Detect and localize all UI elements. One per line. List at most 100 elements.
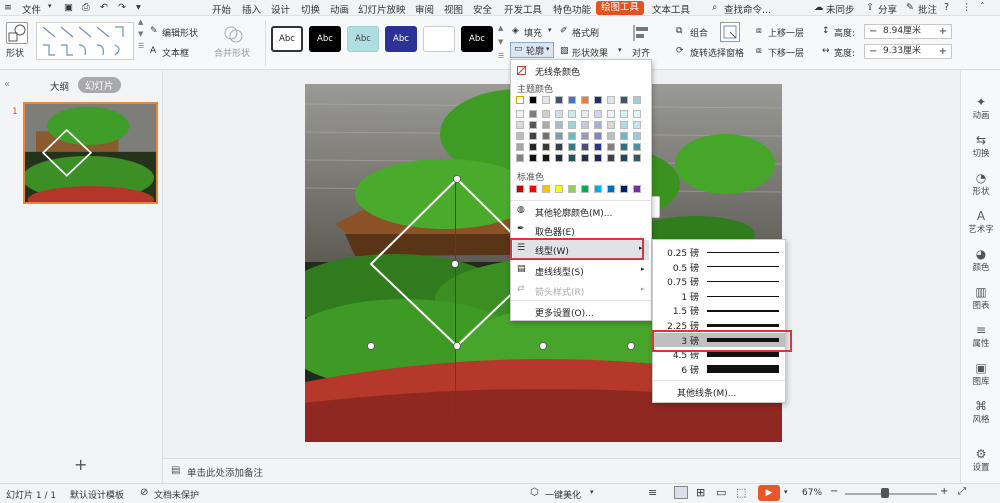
- theme-color-swatch[interactable]: [581, 121, 589, 129]
- theme-color-swatch[interactable]: [633, 132, 641, 140]
- reading-view-icon[interactable]: ▭: [716, 486, 726, 499]
- format-painter-button[interactable]: 格式刷: [572, 26, 599, 39]
- tab-slideshow[interactable]: 幻灯片放映: [358, 2, 406, 16]
- selection-pane-button[interactable]: 选择窗格: [708, 46, 744, 59]
- zoom-slider[interactable]: [845, 493, 937, 495]
- theme-color-swatch[interactable]: [516, 132, 524, 140]
- theme-color-swatch[interactable]: [633, 96, 641, 104]
- zoom-in-button[interactable]: +: [940, 486, 948, 497]
- theme-color-swatch[interactable]: [620, 96, 628, 104]
- outline-button[interactable]: ▭ 轮廓 ▾: [510, 42, 554, 58]
- theme-color-swatch[interactable]: [529, 154, 537, 162]
- theme-color-swatch[interactable]: [620, 110, 628, 118]
- theme-color-swatch[interactable]: [581, 132, 589, 140]
- hamburger-icon[interactable]: ≡: [4, 2, 12, 13]
- theme-color-swatch[interactable]: [516, 143, 524, 151]
- dash-type-item[interactable]: 虚线线型(S): [535, 265, 584, 278]
- play-slideshow-icon[interactable]: ▶: [758, 485, 780, 501]
- theme-color-swatch[interactable]: [555, 143, 563, 151]
- theme-color-swatch[interactable]: [555, 132, 563, 140]
- slide-thumbnail[interactable]: [23, 102, 158, 204]
- line-weight-option[interactable]: 1.5 磅: [653, 303, 785, 318]
- theme-color-swatch[interactable]: [542, 110, 550, 118]
- standard-color-swatch[interactable]: [542, 185, 550, 193]
- theme-color-swatch[interactable]: [633, 121, 641, 129]
- eyedropper-item[interactable]: 取色器(E): [535, 225, 575, 238]
- zoom-out-button[interactable]: −: [830, 486, 838, 497]
- fill-button[interactable]: 填充: [524, 26, 542, 39]
- theme-color-swatch[interactable]: [581, 154, 589, 162]
- slide-sorter-icon[interactable]: ⊞: [696, 486, 705, 499]
- one-click-beautify[interactable]: 一键美化: [545, 488, 581, 501]
- shape-effect-dropdown-icon[interactable]: ▾: [618, 46, 622, 54]
- standard-color-swatch[interactable]: [555, 185, 563, 193]
- animation-pane[interactable]: ✦ 动画: [961, 95, 1000, 121]
- theme-color-swatch[interactable]: [529, 110, 537, 118]
- share-button[interactable]: 分享: [878, 2, 897, 16]
- theme-color-swatch[interactable]: [581, 143, 589, 151]
- transition-pane[interactable]: ⇆ 切换: [961, 133, 1000, 159]
- print-icon[interactable]: ⎙: [82, 2, 90, 13]
- standard-color-swatch[interactable]: [581, 185, 589, 193]
- theme-color-swatch[interactable]: [633, 143, 641, 151]
- menu-file[interactable]: 文件: [22, 2, 41, 16]
- play-dropdown-icon[interactable]: ▾: [784, 488, 788, 496]
- theme-color-swatch[interactable]: [555, 154, 563, 162]
- chart-pane[interactable]: ▥ 图表: [961, 285, 1000, 311]
- line-weight-option[interactable]: 0.25 磅: [653, 245, 785, 260]
- height-input[interactable]: − 8.94厘米 +: [864, 24, 952, 39]
- style-pane[interactable]: ⌘ 风格: [961, 399, 1000, 425]
- theme-color-swatch[interactable]: [607, 132, 615, 140]
- tab-drawing-tools[interactable]: 绘图工具: [596, 1, 645, 15]
- theme-color-swatch[interactable]: [594, 96, 602, 104]
- shape-effect-button[interactable]: 形状效果: [572, 46, 608, 59]
- gallery-down-icon[interactable]: ▼: [138, 30, 143, 38]
- theme-color-swatch[interactable]: [568, 132, 576, 140]
- more-icon[interactable]: ▾: [136, 2, 141, 13]
- theme-color-swatch[interactable]: [607, 110, 615, 118]
- zoom-slider-thumb[interactable]: [881, 488, 889, 498]
- tab-outline[interactable]: 大纲: [50, 79, 69, 93]
- standard-color-swatch[interactable]: [516, 185, 524, 193]
- wordart-pane[interactable]: A 艺术字: [961, 209, 1000, 235]
- undo-icon[interactable]: ↶: [100, 2, 108, 13]
- theme-color-swatch[interactable]: [594, 132, 602, 140]
- chevron-down-icon[interactable]: ▾: [48, 2, 52, 10]
- collapse-panel-icon[interactable]: «: [4, 79, 10, 90]
- notes-placeholder[interactable]: 单击此处添加备注: [187, 465, 263, 479]
- theme-color-swatch[interactable]: [529, 96, 537, 104]
- group-button[interactable]: 组合: [690, 26, 708, 39]
- notes-toggle-icon[interactable]: ≡: [648, 486, 657, 499]
- theme-color-swatch[interactable]: [542, 132, 550, 140]
- redo-icon[interactable]: ↷: [118, 2, 126, 13]
- zoom-level[interactable]: 67%: [802, 488, 822, 498]
- line-weight-option[interactable]: 0.5 磅: [653, 260, 785, 275]
- fill-dropdown-icon[interactable]: ▾: [548, 26, 552, 34]
- fullscreen-icon[interactable]: ⬚: [736, 486, 746, 499]
- shape-style-1[interactable]: Abc: [271, 26, 303, 52]
- shape-icon[interactable]: [6, 22, 28, 44]
- theme-color-swatch[interactable]: [633, 110, 641, 118]
- align-button[interactable]: 对齐: [632, 46, 650, 59]
- beautify-dropdown-icon[interactable]: ▾: [590, 488, 594, 496]
- collapse-ribbon-icon[interactable]: ˆ: [980, 2, 985, 13]
- more-lines-item[interactable]: 其他线条(M)...: [677, 386, 736, 399]
- settings-pane[interactable]: ⚙ 设置: [961, 447, 1000, 473]
- theme-color-swatch[interactable]: [555, 96, 563, 104]
- shape-style-4[interactable]: Abc: [385, 26, 417, 52]
- theme-color-swatch[interactable]: [542, 143, 550, 151]
- theme-color-swatch[interactable]: [620, 121, 628, 129]
- design-template[interactable]: 默认设计模板: [70, 488, 124, 501]
- theme-color-grid[interactable]: [516, 96, 646, 166]
- gallery-more-icon[interactable]: ☰: [138, 42, 144, 50]
- style-gallery-down-icon[interactable]: ▼: [498, 38, 503, 46]
- tab-home[interactable]: 开始: [212, 2, 231, 16]
- theme-color-swatch[interactable]: [568, 96, 576, 104]
- add-slide-button[interactable]: +: [74, 455, 87, 474]
- tab-developer[interactable]: 开发工具: [504, 2, 542, 16]
- rotate-button[interactable]: 旋转: [690, 46, 708, 59]
- line-weight-option[interactable]: 0.75 磅: [653, 274, 785, 289]
- tab-design[interactable]: 设计: [271, 2, 290, 16]
- style-gallery-up-icon[interactable]: ▲: [498, 24, 503, 32]
- gallery-up-icon[interactable]: ▲: [138, 18, 143, 26]
